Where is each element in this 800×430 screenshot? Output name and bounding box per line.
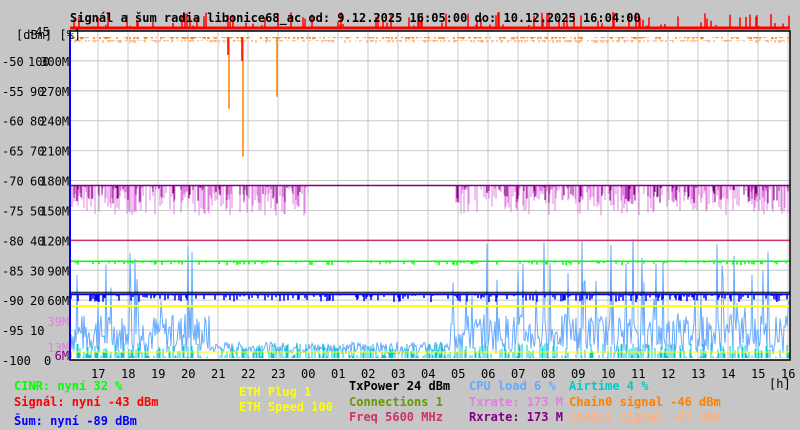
legend-rxrate: Rxrate: 173 M — [469, 410, 563, 424]
x-tick-label: 22 — [241, 367, 255, 381]
x-tick-label: 21 — [211, 367, 225, 381]
y-tick-pct: 0 — [44, 354, 51, 368]
legend-cinr: CINR: nyní 32 % — [14, 379, 123, 393]
x-tick-label: 12 — [661, 367, 675, 381]
x-tick-label: 14 — [721, 367, 735, 381]
x-axis-label: [h] — [769, 377, 791, 391]
y-axis-label: [dBm] [%] — [16, 28, 81, 42]
legend-noise: Šum: nyní -89 dBm — [14, 413, 137, 428]
legend-eth-plug: ETH Plug 1 — [239, 385, 311, 399]
y-tick-rate: 150M — [40, 204, 69, 218]
y-tick-dbm: -95 — [2, 324, 24, 338]
y-tick-rate-small: 39M — [47, 315, 69, 329]
x-tick-label: 01 — [331, 367, 345, 381]
y-tick-dbm: -70 — [2, 175, 24, 189]
legend-chain1: Chain1 signal -47 dBm — [569, 410, 721, 424]
legend-connections: Connections 1 — [349, 395, 443, 409]
y-tick-rate: 60M — [47, 294, 69, 308]
y-tick-dbm: -85 — [2, 264, 24, 278]
y-tick-dbm: -90 — [2, 294, 24, 308]
y-tick-rate: 120M — [40, 234, 69, 248]
y-tick-rate-small: 6M — [55, 349, 69, 363]
y-tick-rate: 180M — [40, 175, 69, 189]
y-tick-labels: -50 100300M-55 90270M-60 80240M-65 70210M-70… — [2, 25, 69, 368]
y-tick-dbm: -100 — [2, 354, 31, 368]
y-tick-pct: 10 — [30, 324, 44, 338]
y-tick-dbm: -60 — [2, 115, 24, 129]
x-tick-label: 13 — [691, 367, 705, 381]
x-tick-label: 15 — [751, 367, 765, 381]
legend-airtime: Airtime 4 % — [569, 379, 649, 393]
y-tick-rate: 90M — [47, 264, 69, 278]
y-tick-rate: 210M — [40, 145, 69, 159]
legend-chain0: Chain0 signal -46 dBm — [569, 395, 721, 409]
y-tick-dbm: -80 — [2, 234, 24, 248]
legend-signal: Signál: nyní -43 dBm — [14, 395, 159, 409]
y-tick-dbm: -55 — [2, 85, 24, 99]
x-tick-label: 19 — [151, 367, 165, 381]
x-tick-label: 23 — [271, 367, 285, 381]
y-tick-pct: 30 — [30, 264, 44, 278]
legend-txpower: TxPower 24 dBm — [349, 379, 450, 393]
chart-title: Signál a šum radia libonice68_ac od: 9.1… — [70, 11, 641, 26]
x-tick-label: 20 — [181, 367, 195, 381]
x-tick-label: 05 — [451, 367, 465, 381]
plot-area — [70, 31, 790, 360]
legend-freq: Freq 5600 MHz — [349, 410, 443, 424]
y-tick-dbm: -75 — [2, 204, 24, 218]
signal-noise-chart: -50 100300M-55 90270M-60 80240M-65 70210M-70… — [2, 11, 795, 428]
y-tick-rate: 270M — [40, 85, 69, 99]
y-tick-dbm: -65 — [2, 145, 24, 159]
y-tick-dbm: -50 — [2, 55, 24, 69]
legend-txrate: Txrate: 173 M — [469, 395, 563, 409]
x-tick-label: 00 — [301, 367, 315, 381]
legend-cpu: CPU load 6 % — [469, 379, 556, 393]
y-tick-pct: 20 — [30, 294, 44, 308]
y-tick-rate: 300M — [40, 55, 69, 69]
legend-eth-speed: ETH Speed 100 — [239, 400, 333, 414]
y-tick-rate: 240M — [40, 115, 69, 129]
x-tick-label: 18 — [121, 367, 135, 381]
